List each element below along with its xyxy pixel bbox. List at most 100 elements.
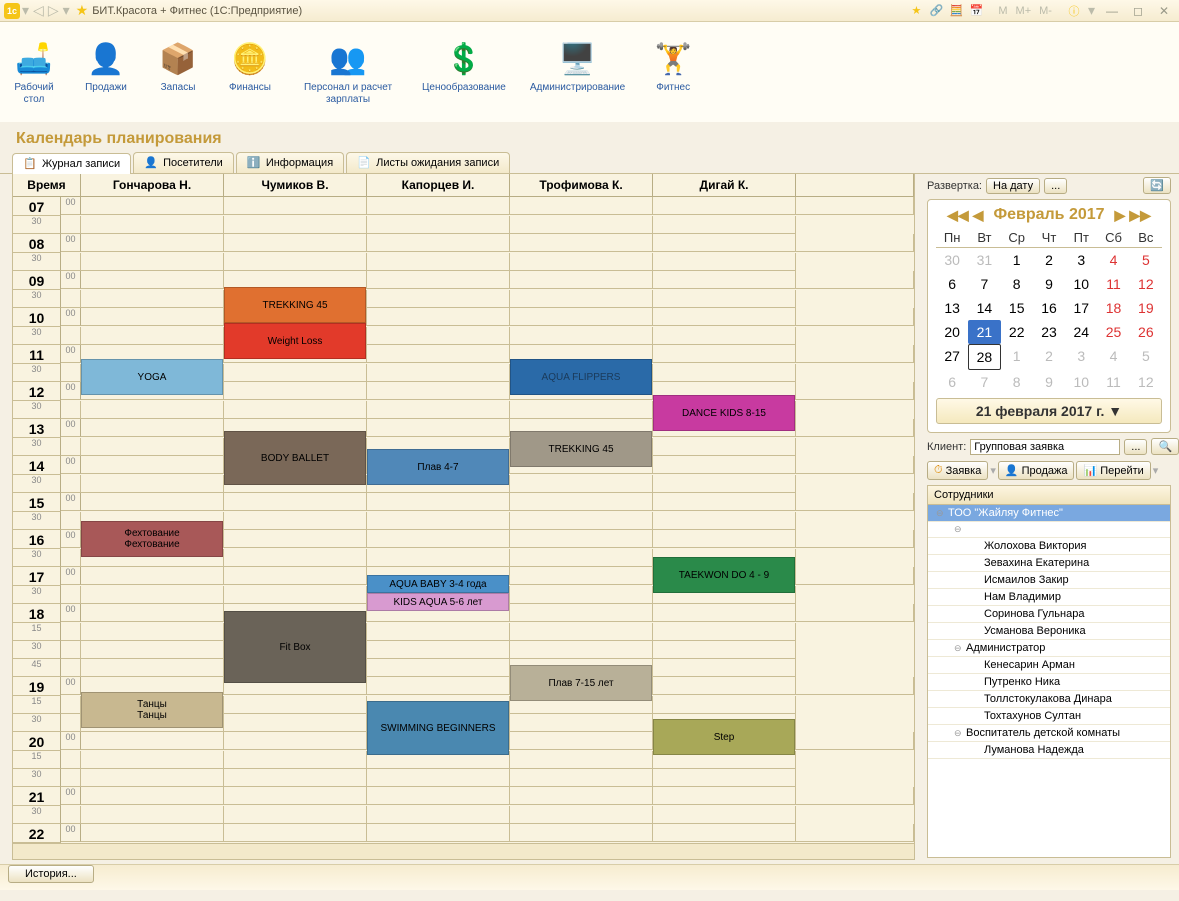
slot[interactable] — [81, 419, 224, 437]
slot[interactable] — [510, 475, 653, 493]
slot[interactable] — [224, 364, 367, 382]
slot[interactable] — [61, 327, 81, 345]
cal-day[interactable]: 5 — [1130, 344, 1162, 370]
tab-2[interactable]: ℹ️Информация — [236, 152, 344, 173]
slot[interactable] — [510, 271, 653, 289]
module-5[interactable]: 💲Ценообразование — [422, 28, 506, 94]
slot[interactable] — [224, 586, 367, 604]
tab-3[interactable]: 📄Листы ожидания записи — [346, 152, 510, 173]
slot[interactable] — [367, 641, 510, 659]
tree-item[interactable]: Нам Владимир — [928, 589, 1170, 606]
slot[interactable] — [367, 549, 510, 567]
slot[interactable] — [367, 216, 510, 234]
slot[interactable] — [81, 475, 224, 493]
tree-item[interactable]: Луманова Надежда — [928, 742, 1170, 759]
slot[interactable] — [510, 604, 653, 622]
slot[interactable] — [510, 308, 653, 326]
event[interactable]: Плав 7-15 лет — [510, 665, 652, 701]
slot[interactable] — [367, 769, 510, 787]
cal-day[interactable]: 13 — [936, 296, 968, 320]
slot[interactable] — [81, 567, 224, 585]
slot[interactable] — [367, 253, 510, 271]
cal-day[interactable]: 18 — [1097, 296, 1129, 320]
cal-day[interactable]: 27 — [936, 344, 968, 370]
slot[interactable] — [81, 824, 224, 842]
module-3[interactable]: 🪙Финансы — [226, 28, 274, 94]
slot[interactable] — [224, 806, 367, 824]
slot[interactable] — [224, 769, 367, 787]
slot[interactable] — [367, 806, 510, 824]
refresh-button[interactable]: 🔄 — [1143, 177, 1171, 194]
slot[interactable] — [224, 696, 367, 714]
slot[interactable] — [367, 787, 510, 805]
slot[interactable] — [367, 512, 510, 530]
slot[interactable] — [61, 475, 81, 493]
cal-day[interactable]: 5 — [1130, 248, 1162, 272]
module-2[interactable]: 📦Запасы — [154, 28, 202, 94]
cal-prev-month[interactable]: ◀ — [973, 207, 984, 224]
event[interactable]: Fit Box — [224, 611, 366, 683]
slot[interactable] — [510, 530, 653, 548]
slot[interactable] — [224, 512, 367, 530]
slot[interactable] — [224, 567, 367, 585]
slot[interactable] — [61, 438, 81, 456]
cal-day[interactable]: 6 — [936, 370, 968, 394]
event[interactable]: Step — [653, 719, 795, 755]
calc-icon[interactable]: 🧮 — [948, 3, 964, 19]
cal-day[interactable]: 31 — [968, 248, 1000, 272]
client-input[interactable] — [970, 439, 1120, 455]
slot[interactable] — [367, 197, 510, 215]
slot[interactable] — [61, 696, 81, 714]
cal-day[interactable]: 12 — [1130, 272, 1162, 296]
event[interactable]: KIDS AQUA 5-6 лет — [367, 593, 509, 611]
slot[interactable] — [510, 234, 653, 252]
slot[interactable] — [653, 493, 796, 511]
expand-icon[interactable]: ⊖ — [954, 524, 966, 535]
slot[interactable] — [510, 290, 653, 308]
cal-day[interactable]: 2 — [1033, 248, 1065, 272]
slot[interactable] — [224, 530, 367, 548]
slot[interactable] — [367, 382, 510, 400]
slot[interactable] — [367, 401, 510, 419]
slot[interactable] — [81, 732, 224, 750]
expand-icon[interactable]: ⊖ — [936, 508, 948, 519]
slot[interactable] — [81, 769, 224, 787]
slot[interactable] — [367, 234, 510, 252]
tree-item[interactable]: Тохтахунов Султан — [928, 708, 1170, 725]
close-button[interactable]: ✕ — [1153, 3, 1175, 19]
tree-item[interactable]: Кенесарин Арман — [928, 657, 1170, 674]
history-button[interactable]: История... — [8, 865, 94, 883]
slot[interactable] — [367, 659, 510, 677]
slot[interactable] — [61, 641, 81, 659]
slot[interactable] — [61, 714, 81, 732]
slot[interactable] — [510, 253, 653, 271]
slot[interactable] — [510, 567, 653, 585]
cal-day[interactable]: 16 — [1033, 296, 1065, 320]
slot[interactable] — [510, 806, 653, 824]
cal-day[interactable]: 8 — [1001, 272, 1033, 296]
event[interactable]: ФехтованиеФехтование — [81, 521, 223, 557]
dropdown-icon[interactable]: ▾ — [20, 2, 31, 19]
slot[interactable] — [510, 401, 653, 419]
slot[interactable] — [653, 345, 796, 363]
cal-day[interactable]: 23 — [1033, 320, 1065, 344]
cal-day[interactable]: 4 — [1097, 344, 1129, 370]
cal-day[interactable]: 20 — [936, 320, 968, 344]
slot[interactable] — [367, 419, 510, 437]
star-icon[interactable]: ★ — [76, 2, 89, 19]
slot[interactable] — [367, 271, 510, 289]
slot[interactable] — [61, 586, 81, 604]
slot[interactable] — [224, 751, 367, 769]
maximize-button[interactable]: ◻ — [1127, 3, 1149, 19]
event[interactable]: TREKKING 45 — [510, 431, 652, 467]
tree-item[interactable]: Усманова Вероника — [928, 623, 1170, 640]
cal-day[interactable]: 3 — [1065, 248, 1097, 272]
slot[interactable] — [224, 787, 367, 805]
slot[interactable] — [81, 290, 224, 308]
slot[interactable] — [510, 586, 653, 604]
slot[interactable] — [653, 787, 796, 805]
column-header[interactable]: Дигай К. — [653, 174, 796, 196]
cal-prev-year[interactable]: ◀◀ — [947, 207, 969, 224]
slot[interactable] — [653, 604, 796, 622]
dropdown-icon[interactable]: ▾ — [1086, 2, 1097, 19]
